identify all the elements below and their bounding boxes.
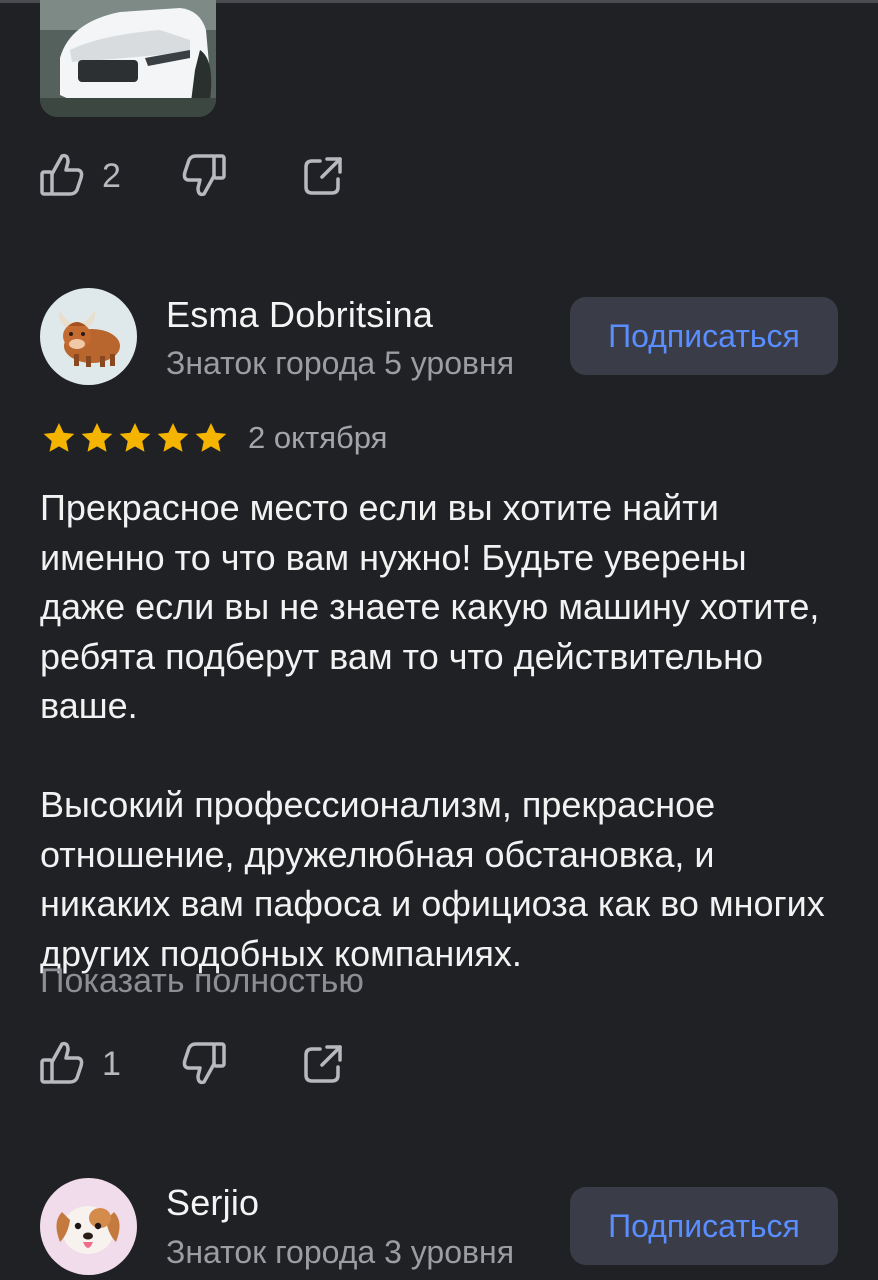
share-icon bbox=[302, 155, 344, 197]
review-photo[interactable] bbox=[40, 0, 216, 117]
show-more-link[interactable]: Показать полностью bbox=[40, 962, 364, 1001]
avatar[interactable] bbox=[40, 288, 137, 385]
review-text: Прекрасное место если вы хотите найти им… bbox=[40, 483, 840, 978]
subscribe-button[interactable]: Подписаться bbox=[570, 297, 838, 375]
star-icon bbox=[157, 422, 189, 452]
star-icon bbox=[119, 422, 151, 452]
rating-row: 2 октября bbox=[40, 418, 387, 458]
share-button[interactable] bbox=[302, 1043, 344, 1085]
like-button[interactable]: 1 bbox=[40, 1038, 138, 1091]
dislike-button[interactable] bbox=[180, 1040, 226, 1088]
dog-avatar-icon bbox=[56, 1206, 120, 1254]
subscribe-button[interactable]: Подписаться bbox=[570, 1187, 838, 1265]
share-icon bbox=[302, 1043, 344, 1085]
thumbs-up-icon bbox=[40, 1038, 84, 1091]
dislike-button[interactable] bbox=[180, 152, 226, 200]
review-actions: 1 bbox=[40, 1040, 344, 1088]
star-rating bbox=[40, 419, 230, 457]
like-count: 2 bbox=[102, 156, 121, 195]
author-level: Знаток города 5 уровня bbox=[166, 345, 515, 381]
author-name[interactable]: Serjio bbox=[166, 1182, 259, 1224]
author-level: Знаток города 3 уровня bbox=[166, 1234, 515, 1270]
star-icon bbox=[81, 422, 113, 452]
author-name[interactable]: Esma Dobritsina bbox=[166, 294, 433, 336]
review-date: 2 октября bbox=[248, 420, 388, 455]
like-button[interactable]: 2 bbox=[40, 150, 138, 203]
share-button[interactable] bbox=[302, 155, 344, 197]
yak-avatar-icon bbox=[58, 310, 120, 367]
avatar[interactable] bbox=[40, 1178, 137, 1275]
thumbs-down-icon bbox=[180, 1040, 226, 1088]
like-count: 1 bbox=[102, 1044, 121, 1083]
star-icon bbox=[43, 422, 75, 452]
review-paragraph: Высокий профессионализм, прекрасное отно… bbox=[40, 784, 825, 974]
review-paragraph: Прекрасное место если вы хотите найти им… bbox=[40, 487, 820, 726]
review-actions: 2 bbox=[40, 152, 344, 200]
thumbs-up-icon bbox=[40, 150, 84, 203]
star-icon bbox=[195, 422, 227, 452]
thumbs-down-icon bbox=[180, 152, 226, 200]
